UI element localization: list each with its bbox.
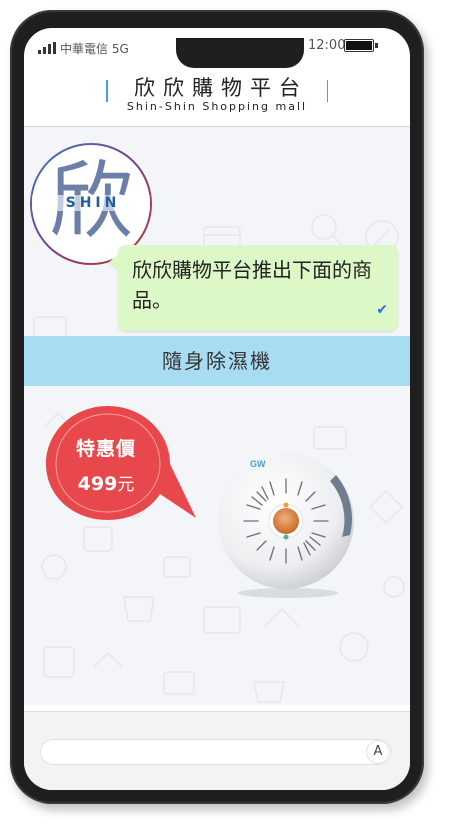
price-amount: 499 (77, 473, 118, 495)
signal-icon (38, 42, 56, 54)
bubble-tail (108, 253, 120, 273)
font-size-button[interactable]: A (366, 740, 390, 764)
product-name-banner[interactable]: 隨身除濕機 (24, 336, 410, 386)
phone-screen: 中華電信 5G 12:00 欣欣購物平台 Shin-Shin Shopping … (24, 28, 410, 790)
avatar-wordmark: SHIN (32, 195, 150, 211)
clock: 12:00 (308, 38, 346, 53)
notch (176, 38, 304, 68)
carrier-label: 中華電信 5G (60, 42, 129, 56)
message-text: 欣欣購物平台推出下面的商品。 (132, 258, 372, 312)
badge-label: 特惠價 (75, 438, 136, 460)
product-image[interactable]: GW (210, 445, 366, 599)
message-input[interactable]: A (40, 739, 392, 765)
chat-area[interactable]: 欣 SHIN 欣欣購物平台推出下面的商品。 ✔ 隨身除濕機 特惠價 499元 G… (24, 127, 410, 705)
check-icon: ✔ (376, 302, 388, 318)
price-currency: 元 (117, 475, 135, 495)
brand-mark: GW (250, 459, 266, 469)
composer-bar: A (24, 711, 410, 790)
price-badge (46, 406, 196, 520)
page-title: 欣欣購物平台 (134, 76, 308, 100)
page-subtitle: Shin-Shin Shopping mall (126, 100, 308, 113)
header-divider-right (326, 80, 328, 102)
price-value: 499元 (68, 470, 144, 495)
battery-icon (344, 39, 378, 52)
message-bubble[interactable]: 欣欣購物平台推出下面的商品。 ✔ (108, 245, 398, 331)
app-header: 欣欣購物平台 Shin-Shin Shopping mall (24, 66, 410, 127)
